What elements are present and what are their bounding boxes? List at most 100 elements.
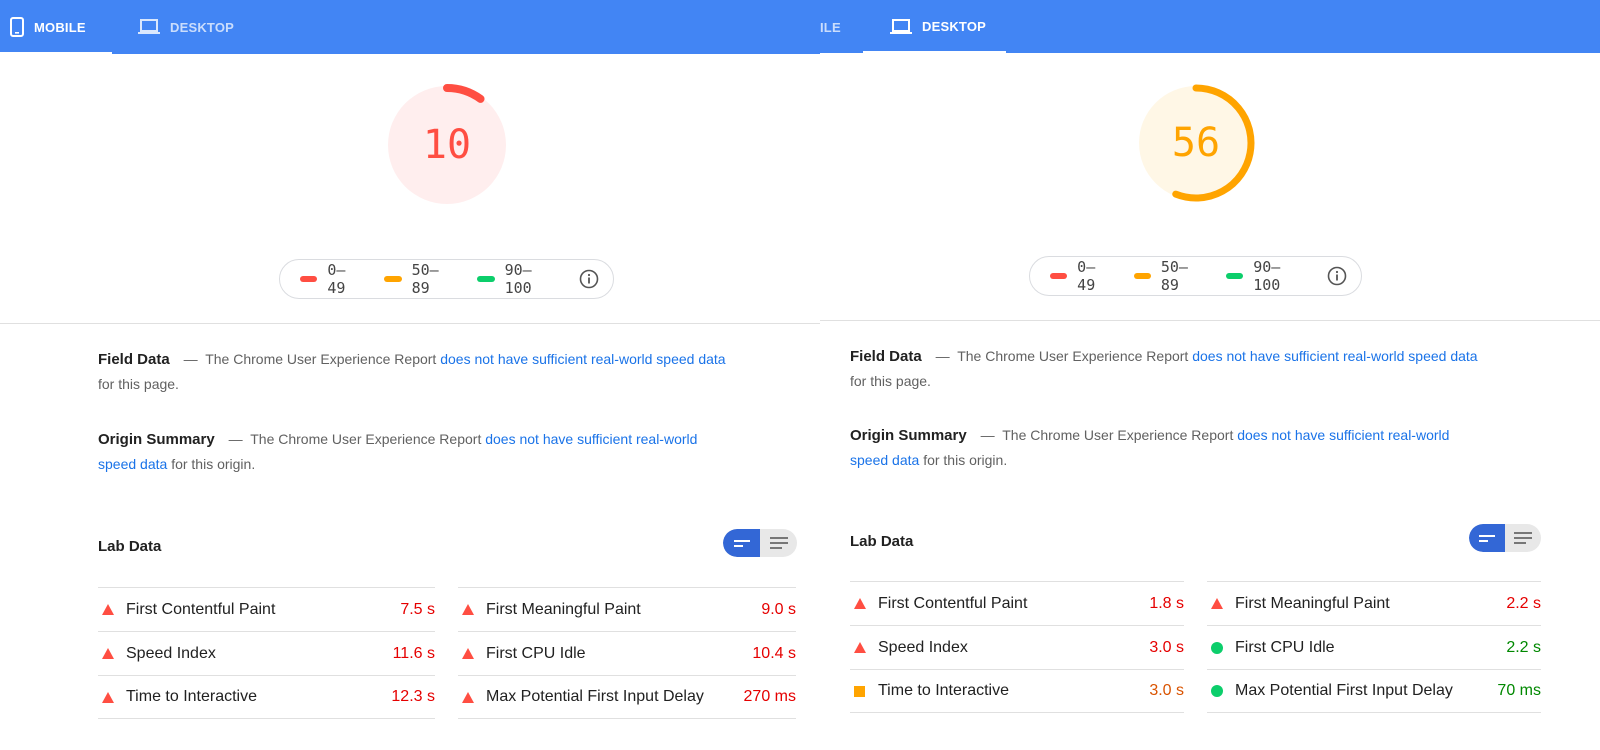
average-square-icon: [850, 685, 878, 697]
metric-name: Time to Interactive: [878, 682, 1010, 699]
metric-row: Max Potential First Input Delay 270 ms: [458, 675, 796, 719]
legend-pass: 90–100: [1225, 258, 1305, 294]
fail-triangle-icon: [98, 604, 126, 615]
legend-fail-label: 0–49: [1077, 258, 1096, 294]
tab-desktop[interactable]: DESKTOP: [138, 0, 234, 54]
metric-row: First CPU Idle 10.4 s: [458, 631, 796, 675]
field-data-text: The Chrome User Experience Report: [205, 351, 437, 367]
lab-data-heading: Lab Data: [850, 533, 914, 550]
average-pill-icon: [384, 276, 402, 282]
origin-summary-section: Origin Summary — The Chrome User Experie…: [850, 423, 1490, 473]
legend-fail: 0–49: [1050, 258, 1112, 294]
pass-pill-icon: [1225, 273, 1244, 279]
origin-summary-text-end: for this origin.: [171, 456, 256, 472]
tab-mobile-label: MOBILE: [34, 19, 86, 35]
performance-score: 56: [1171, 120, 1221, 166]
metric-row: First Contentful Paint 7.5 s: [98, 587, 435, 631]
fail-triangle-icon: [458, 604, 486, 615]
fail-triangle-icon: [1207, 598, 1235, 609]
field-data-section: Field Data — The Chrome User Experience …: [98, 347, 738, 397]
pass-circle-icon: [1207, 641, 1235, 654]
field-data-link[interactable]: does not have sufficient real-world spee…: [1192, 348, 1477, 364]
metric-value: 12.3 s: [391, 688, 435, 705]
pass-circle-icon: [1207, 685, 1235, 697]
metric-value: 1.8 s: [1149, 594, 1184, 612]
metric-row: First CPU Idle 2.2 s: [1207, 625, 1541, 669]
fail-triangle-icon: [98, 648, 126, 659]
tab-mobile[interactable]: MOBILE: [10, 0, 86, 54]
info-icon[interactable]: [1327, 266, 1347, 286]
field-data-link[interactable]: does not have sufficient real-world spee…: [440, 351, 725, 367]
metrics-view-toggle[interactable]: [723, 529, 797, 557]
legend-pass: 90–100: [477, 261, 557, 297]
fail-triangle-icon: [458, 648, 486, 659]
active-tab-indicator: [0, 52, 112, 54]
lab-metrics-column-1: First Contentful Paint 7.5 s Speed Index 1…: [98, 587, 435, 719]
metric-value: 270 ms: [743, 688, 796, 705]
average-pill-icon: [1133, 273, 1151, 279]
metric-name: Max Potential First Input Delay: [1235, 682, 1453, 699]
metric-row: Time to Interactive 3.0 s: [850, 669, 1184, 713]
separator-dash: —: [228, 431, 243, 447]
metric-value: 7.5 s: [400, 600, 435, 618]
report-tab-bar: MOBILE DESKTOP: [0, 0, 820, 54]
fail-triangle-icon: [850, 598, 878, 609]
fail-triangle-icon: [850, 642, 878, 653]
metric-name: Speed Index: [878, 638, 968, 656]
metric-row: First Meaningful Paint 2.2 s: [1207, 581, 1541, 625]
expanded-view-button[interactable]: [760, 529, 797, 557]
fail-triangle-icon: [98, 691, 126, 703]
metric-value: 9.0 s: [761, 600, 796, 618]
separator-dash: —: [183, 351, 198, 367]
origin-summary-text-end: for this origin.: [923, 452, 1008, 468]
field-data-text-end: for this page.: [98, 376, 179, 392]
compact-view-button[interactable]: [723, 529, 760, 557]
legend-fail: 0–49: [300, 261, 362, 297]
separator-dash: —: [935, 348, 950, 364]
lab-metrics-column-2: First Meaningful Paint 2.2 s First CPU Id…: [1207, 581, 1541, 713]
laptop-icon: [890, 18, 912, 35]
pass-pill-icon: [477, 276, 495, 282]
lab-metrics-column-2: First Meaningful Paint 9.0 s First CPU Id…: [458, 587, 796, 719]
lab-data-heading: Lab Data: [98, 538, 162, 555]
metric-name: First Contentful Paint: [878, 594, 1028, 612]
origin-summary-heading: Origin Summary: [98, 431, 215, 448]
origin-summary-section: Origin Summary — The Chrome User Experie…: [98, 427, 738, 477]
metric-row: Time to Interactive 12.3 s: [98, 675, 435, 719]
metric-name: Time to Interactive: [126, 688, 258, 705]
desktop-report-panel: ILE DESKTOP 56 0–49 50–89 90–100 Field D…: [820, 0, 1600, 750]
legend-fail-label: 0–49: [327, 261, 346, 297]
metric-name: Max Potential First Input Delay: [486, 688, 704, 705]
mobile-report-panel: MOBILE DESKTOP 10 0–49 50–89 90–100 Fiel…: [0, 0, 820, 750]
expanded-list-icon: [769, 537, 788, 549]
legend-average-label: 50–89: [1160, 258, 1188, 294]
metric-name: First CPU Idle: [486, 644, 586, 662]
info-icon[interactable]: [579, 269, 599, 289]
metric-name: Speed Index: [126, 644, 216, 662]
field-data-heading: Field Data: [850, 348, 922, 365]
metric-row: Speed Index 3.0 s: [850, 625, 1184, 669]
tab-mobile[interactable]: ILE: [820, 0, 841, 54]
metric-name: First Contentful Paint: [126, 600, 276, 618]
field-data-text: The Chrome User Experience Report: [957, 348, 1189, 364]
fail-triangle-icon: [458, 691, 486, 703]
tab-mobile-label: ILE: [820, 19, 841, 35]
origin-summary-text: The Chrome User Experience Report: [250, 431, 482, 447]
smartphone-icon: [10, 17, 24, 37]
tab-desktop-label: DESKTOP: [170, 19, 235, 35]
expanded-view-button[interactable]: [1505, 524, 1541, 552]
legend-average: 50–89: [384, 261, 455, 297]
metric-value: 3.0 s: [1149, 638, 1184, 656]
metric-value: 2.2 s: [1506, 638, 1541, 656]
legend-pass-label: 90–100: [504, 261, 532, 297]
metric-row: First Meaningful Paint 9.0 s: [458, 587, 796, 631]
report-tab-bar: ILE DESKTOP: [820, 0, 1600, 53]
metric-name: First Meaningful Paint: [486, 600, 641, 618]
lab-metrics-column-1: First Contentful Paint 1.8 s Speed Index 3…: [850, 581, 1184, 713]
metrics-view-toggle[interactable]: [1469, 524, 1541, 552]
field-data-text-end: for this page.: [850, 373, 931, 389]
metric-row: Max Potential First Input Delay 70 ms: [1207, 669, 1541, 713]
tab-desktop[interactable]: DESKTOP: [890, 0, 986, 53]
compact-view-button[interactable]: [1469, 524, 1505, 552]
performance-score-gauge: 56: [1135, 82, 1257, 204]
